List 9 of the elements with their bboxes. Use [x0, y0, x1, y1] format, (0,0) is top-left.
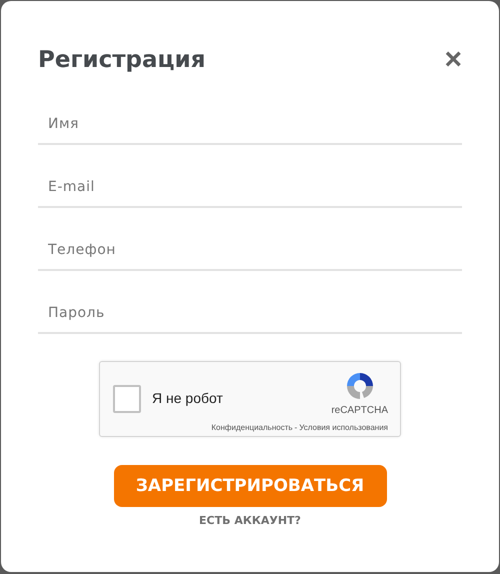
dialog-title: Регистрация [38, 47, 206, 73]
close-button[interactable]: × [444, 45, 462, 75]
checkbox[interactable] [113, 385, 141, 413]
checkbox-label: Я не робот [152, 390, 223, 406]
brand-label: reCAPTCHA [331, 405, 388, 416]
privacy-link[interactable]: Конфиденциальность [211, 423, 293, 432]
terms-link[interactable]: Условия использования [299, 423, 388, 432]
separator-text: - [294, 423, 298, 432]
login-link[interactable]: ЕСТЬ АККАУНТ? [199, 514, 301, 527]
